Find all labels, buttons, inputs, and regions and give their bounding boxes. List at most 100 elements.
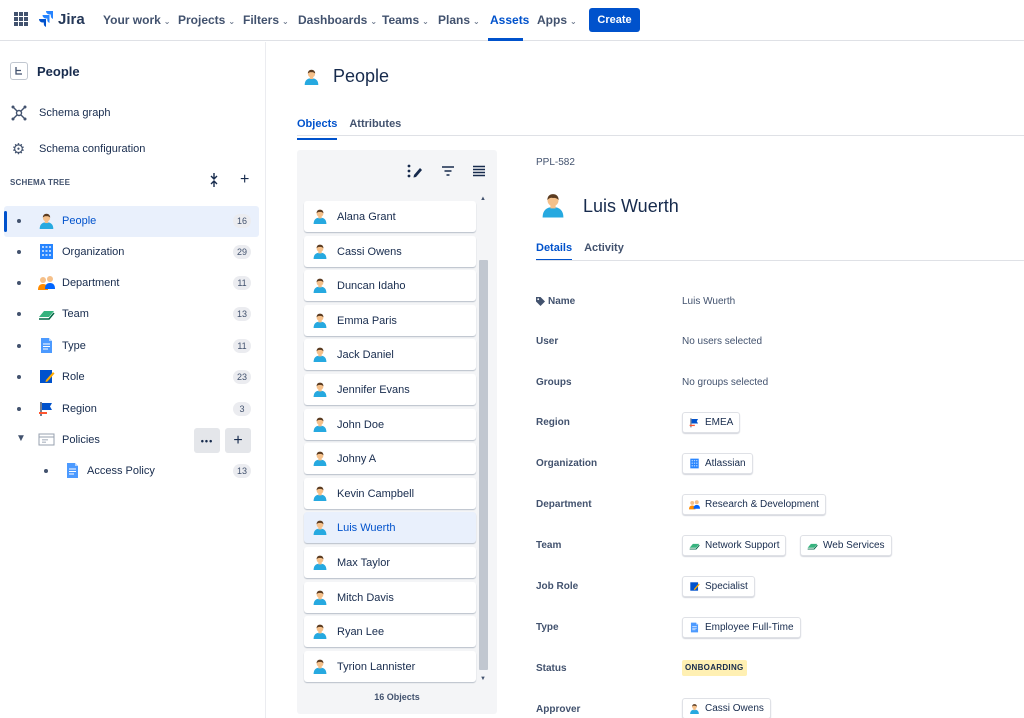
more-actions-button[interactable]: ••• bbox=[194, 428, 220, 453]
nav-projects[interactable]: Projects ⌄ bbox=[178, 13, 235, 27]
list-item[interactable]: Jack Daniel bbox=[304, 339, 476, 371]
list-item[interactable]: Alana Grant bbox=[304, 201, 476, 232]
add-child-button[interactable]: + bbox=[225, 428, 251, 453]
nav-teams[interactable]: Teams ⌄ bbox=[382, 13, 429, 27]
policy-icon bbox=[38, 433, 55, 446]
tree-item-label: Policies bbox=[62, 434, 100, 446]
object-list[interactable]: Alana Grant Cassi Owens Duncan Idaho Emma P… bbox=[303, 196, 491, 686]
list-item[interactable]: John Doe bbox=[304, 408, 476, 440]
schema-graph-link[interactable]: Schema graph bbox=[10, 104, 111, 121]
list-item[interactable]: Ryan Lee bbox=[304, 616, 476, 648]
list-item-label: Duncan Idaho bbox=[337, 280, 406, 293]
status-badge[interactable]: ONBOARDING bbox=[682, 660, 747, 676]
tree-item-organization[interactable]: Organization 29 bbox=[4, 237, 259, 268]
list-item[interactable]: Tyrion Lannister bbox=[304, 650, 476, 682]
nav-dashboards-label: Dashboards bbox=[298, 13, 368, 27]
collapse-all-icon[interactable] bbox=[209, 173, 219, 190]
bullet-icon bbox=[17, 407, 21, 411]
tree-item-role[interactable]: Role 23 bbox=[4, 362, 259, 393]
tree-item-policies[interactable]: ▼ Policies ••• + bbox=[4, 425, 259, 456]
person-icon bbox=[312, 416, 328, 432]
nav-apps-label: Apps bbox=[537, 13, 567, 27]
tree-item-access-policy[interactable]: Access Policy 13 bbox=[4, 456, 259, 487]
team-chip[interactable]: Web Services bbox=[800, 535, 892, 556]
app-name: Jira bbox=[58, 10, 85, 28]
app-switcher-icon[interactable] bbox=[14, 12, 28, 26]
person-icon bbox=[312, 346, 328, 362]
list-item[interactable]: Kevin Campbell bbox=[304, 477, 476, 509]
tree-item-count: 16 bbox=[232, 214, 251, 228]
tab-objects[interactable]: Objects bbox=[297, 118, 338, 140]
list-scrollbar[interactable]: ▲ ▼ bbox=[478, 196, 488, 686]
tree-item-department[interactable]: Department 11 bbox=[4, 268, 259, 299]
scrollbar-thumb[interactable] bbox=[479, 260, 488, 670]
nav-assets[interactable]: Assets bbox=[490, 13, 529, 27]
tag-icon bbox=[536, 297, 545, 306]
tab-details[interactable]: Details bbox=[536, 242, 573, 261]
approver-chip[interactable]: Cassi Owens bbox=[682, 698, 771, 718]
attr-groups-value[interactable]: No groups selected bbox=[682, 377, 768, 388]
tree-item-region[interactable]: Region 3 bbox=[4, 394, 259, 425]
tree-item-people[interactable]: People 16 bbox=[4, 206, 259, 237]
nav-projects-label: Projects bbox=[178, 13, 226, 27]
attr-user-value[interactable]: No users selected bbox=[682, 336, 762, 347]
type-chip[interactable]: Employee Full-Time bbox=[682, 617, 801, 638]
department-chip[interactable]: Research & Development bbox=[682, 494, 826, 515]
bullet-icon bbox=[17, 375, 21, 379]
flag-icon bbox=[39, 402, 52, 416]
scroll-down-icon[interactable]: ▼ bbox=[480, 676, 486, 682]
nav-dashboards[interactable]: Dashboards ⌄ bbox=[298, 13, 377, 27]
attr-department-label: Department bbox=[536, 499, 592, 510]
list-view-icon[interactable] bbox=[472, 164, 486, 180]
schema-header[interactable]: People bbox=[10, 62, 80, 80]
tree-item-count: 29 bbox=[232, 245, 251, 259]
job-role-chip[interactable]: Specialist bbox=[682, 576, 755, 597]
organization-chip[interactable]: Atlassian bbox=[682, 453, 753, 474]
chevron-down-icon[interactable]: ▼ bbox=[16, 433, 26, 444]
list-item[interactable]: Jennifer Evans bbox=[304, 374, 476, 405]
bullet-icon bbox=[17, 281, 21, 285]
nav-plans[interactable]: Plans ⌄ bbox=[438, 13, 480, 27]
schema-configuration-link[interactable]: ⚙ Schema configuration bbox=[10, 140, 146, 158]
tree-item-count: 11 bbox=[233, 339, 251, 353]
chevron-down-icon: ⌄ bbox=[570, 17, 577, 26]
list-item[interactable]: Luis Wuerth bbox=[304, 512, 476, 544]
tree-item-team[interactable]: Team 13 bbox=[4, 299, 259, 330]
department-chip-label: Research & Development bbox=[705, 499, 819, 510]
add-object-type-icon[interactable]: + bbox=[240, 171, 249, 189]
tab-activity[interactable]: Activity bbox=[584, 242, 624, 261]
region-chip[interactable]: EMEA bbox=[682, 412, 741, 433]
nav-your-work[interactable]: Your work ⌄ bbox=[103, 13, 171, 27]
team-chip[interactable]: Network Support bbox=[682, 535, 787, 556]
nav-filters[interactable]: Filters ⌄ bbox=[243, 13, 289, 27]
list-item-label: Tyrion Lannister bbox=[337, 660, 416, 673]
nav-apps[interactable]: Apps ⌄ bbox=[537, 13, 577, 27]
tree-item-label: Team bbox=[62, 308, 89, 320]
filter-icon[interactable] bbox=[441, 164, 455, 180]
attr-type-label: Type bbox=[536, 622, 559, 633]
list-item[interactable]: Max Taylor bbox=[304, 547, 476, 578]
list-item[interactable]: Cassi Owens bbox=[304, 235, 476, 267]
create-button[interactable]: Create bbox=[589, 8, 640, 32]
attr-groups-label: Groups bbox=[536, 377, 572, 388]
attr-name-value[interactable]: Luis Wuerth bbox=[682, 296, 735, 307]
tab-attributes[interactable]: Attributes bbox=[349, 118, 401, 140]
tree-item-type[interactable]: Type 11 bbox=[4, 331, 259, 362]
list-item[interactable]: Duncan Idaho bbox=[304, 270, 476, 302]
scroll-up-icon[interactable]: ▲ bbox=[480, 196, 486, 202]
team-chip-label: Network Support bbox=[705, 540, 780, 551]
divider bbox=[536, 260, 1024, 261]
person-icon bbox=[303, 68, 320, 85]
attr-name-label: Name bbox=[536, 296, 575, 307]
organization-chip-label: Atlassian bbox=[705, 458, 746, 469]
list-item[interactable]: Mitch Davis bbox=[304, 581, 476, 613]
jira-logo[interactable]: Jira bbox=[38, 10, 85, 28]
list-item[interactable]: Emma Paris bbox=[304, 304, 476, 336]
list-item[interactable]: Johny A bbox=[304, 443, 476, 475]
tree-item-count: 23 bbox=[232, 370, 251, 384]
document-icon bbox=[690, 622, 699, 633]
chevron-down-icon: ⌄ bbox=[473, 17, 480, 26]
list-item-label: John Doe bbox=[337, 418, 385, 431]
edit-columns-icon[interactable] bbox=[407, 164, 423, 181]
person-icon bbox=[312, 519, 328, 535]
